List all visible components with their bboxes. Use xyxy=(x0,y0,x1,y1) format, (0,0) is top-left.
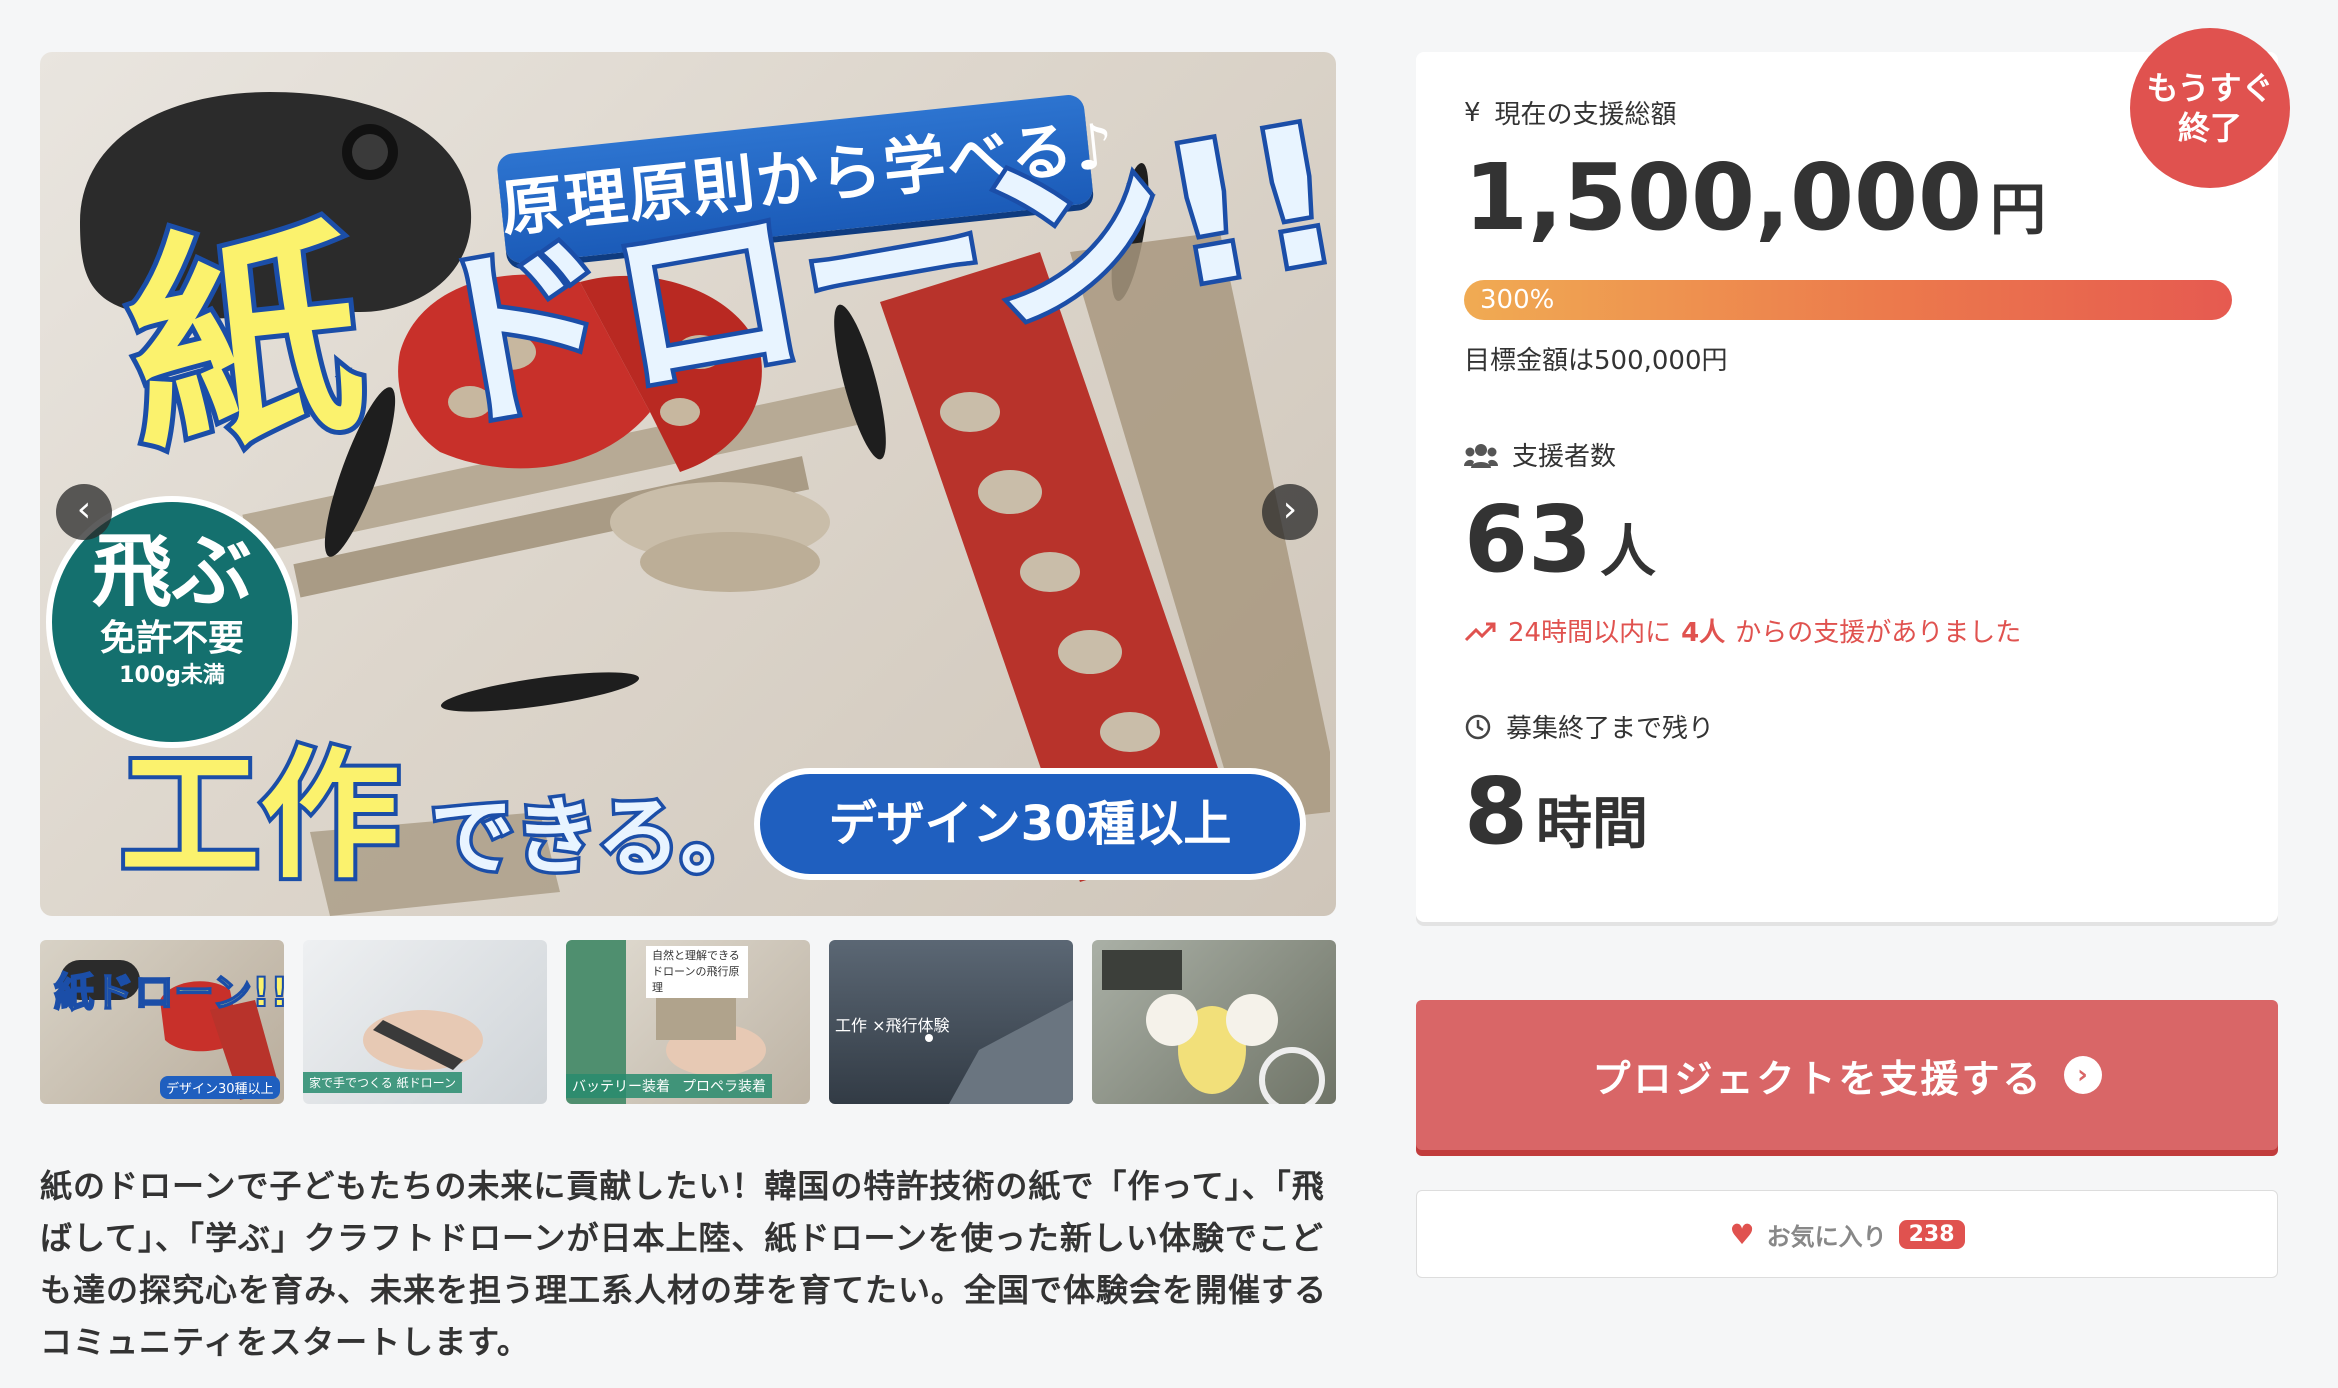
thumbnail-3-caption-2: プロペラ装着 xyxy=(676,1074,772,1098)
heart-icon: ♥ xyxy=(1729,1217,1755,1251)
remaining-time-unit: 時間 xyxy=(1536,792,1649,857)
thumbnail-2[interactable]: 家で手でつくる 紙ドローン xyxy=(303,940,547,1104)
ending-badge-line2: 終了 xyxy=(2177,109,2242,147)
supporters-label: 支援者数 xyxy=(1512,442,1617,472)
total-amount: 1,500,000 円 xyxy=(1464,144,2046,251)
thumbnail-4[interactable]: 工作 ×飛行体験 xyxy=(829,940,1073,1104)
ending-badge-line1: もうすぐ xyxy=(2146,69,2274,107)
recent-support-count: 4人 xyxy=(1681,618,1726,648)
thumbnail-5-image xyxy=(1102,950,1325,1104)
goal-amount-text: 目標金額は500,000円 xyxy=(1464,346,1728,376)
thumbnail-1-title: 紙ドローン!! xyxy=(53,969,284,1017)
badge-fly-text: 飛ぶ xyxy=(92,525,252,618)
total-label-row: ¥ 現在の支援総額 xyxy=(1464,94,1677,131)
recent-support-suffix: からの支援がありました xyxy=(1735,618,2022,648)
hero-image: 原理原則から学べる♪ 紙 ドローン!! 飛ぶ 免許不要 100g未満 工作 でき… xyxy=(40,52,1336,916)
remaining-time-value: 8 xyxy=(1464,758,1529,865)
thumbnail-strip: 紙ドローン!! デザイン30種以上 家で手でつくる 紙ドローン 自然と理解できる… xyxy=(40,940,1336,1104)
ending-soon-badge: もうすぐ 終了 xyxy=(2130,28,2290,188)
hero-title-kami: 紙 xyxy=(112,192,379,492)
badge-license-text: 免許不要 xyxy=(99,618,244,659)
favorite-label: お気に入り xyxy=(1766,1222,1887,1251)
chevron-right-circle-icon: › xyxy=(2063,1056,2102,1094)
supporters-count-value: 63 xyxy=(1464,486,1593,593)
remaining-time: 8 時間 xyxy=(1464,758,1648,865)
yen-icon: ¥ xyxy=(1464,97,1481,128)
badge-weight-text: 100g未満 xyxy=(119,663,225,688)
thumbnail-3-top-caption: 自然と理解できる ドローンの飛行原理 xyxy=(646,946,748,998)
thumbnail-5[interactable] xyxy=(1092,940,1336,1104)
thumbnail-1[interactable]: 紙ドローン!! デザイン30種以上 xyxy=(40,940,284,1104)
total-amount-value: 1,500,000 xyxy=(1464,144,1982,251)
clock-icon xyxy=(1465,714,1491,739)
thumbnail-1-caption: デザイン30種以上 xyxy=(160,1076,280,1099)
recent-support-prefix: 24時間以内に xyxy=(1508,618,1672,648)
favorite-count-badge: 238 xyxy=(1898,1219,1965,1249)
users-icon xyxy=(1464,443,1498,468)
hero-title-dekiru: できる。 xyxy=(426,785,767,890)
thumbnail-4-caption: 工作 ×飛行体験 xyxy=(835,1016,950,1035)
progress-percent: 300% xyxy=(1480,285,1555,315)
chevron-left-icon: ‹ xyxy=(76,489,92,530)
supporters-count-unit: 人 xyxy=(1600,520,1657,585)
total-amount-unit: 円 xyxy=(1990,178,2046,243)
project-description: 紙のドローンで子どもたちの未来に貢献したい！韓国の特許技術の紙で「作って」、「飛… xyxy=(40,1167,1328,1361)
remaining-label: 募集終了まで残り xyxy=(1506,714,1715,744)
supporters-label-row: 支援者数 xyxy=(1464,436,1616,473)
favorite-button[interactable]: ♥ お気に入り 238 xyxy=(1416,1190,2278,1278)
chevron-right-icon: › xyxy=(1282,489,1298,530)
thumbnail-3[interactable]: 自然と理解できる ドローンの飛行原理 バッテリー装着 プロペラ装着 xyxy=(566,940,810,1104)
recent-support-note: 24時間以内に 4人 からの支援がありました xyxy=(1464,612,2021,649)
funding-status-panel: ¥ 現在の支援総額 1,500,000 円 300% 目標金額は500,000円 … xyxy=(1416,52,2278,922)
support-project-button[interactable]: プロジェクトを支援する › xyxy=(1416,1000,2278,1150)
support-project-label: プロジェクトを支援する xyxy=(1592,1056,2044,1101)
carousel-next-button[interactable]: › xyxy=(1262,484,1318,540)
remaining-label-row: 募集終了まで残り xyxy=(1464,708,1714,745)
hero-title-kousaku: 工作 xyxy=(116,735,404,898)
total-label: 現在の支援総額 xyxy=(1494,100,1677,130)
hero-design-pill: デザイン30種以上 xyxy=(760,774,1300,874)
carousel-prev-button[interactable]: ‹ xyxy=(56,484,112,540)
thumbnail-2-caption: 家で手でつくる 紙ドローン xyxy=(303,1072,462,1093)
funding-progress-bar: 300% xyxy=(1464,280,2232,320)
trending-up-icon xyxy=(1464,622,1496,641)
thumbnail-3-caption-1: バッテリー装着 xyxy=(566,1074,676,1098)
supporters-count: 63 人 xyxy=(1464,486,1656,593)
